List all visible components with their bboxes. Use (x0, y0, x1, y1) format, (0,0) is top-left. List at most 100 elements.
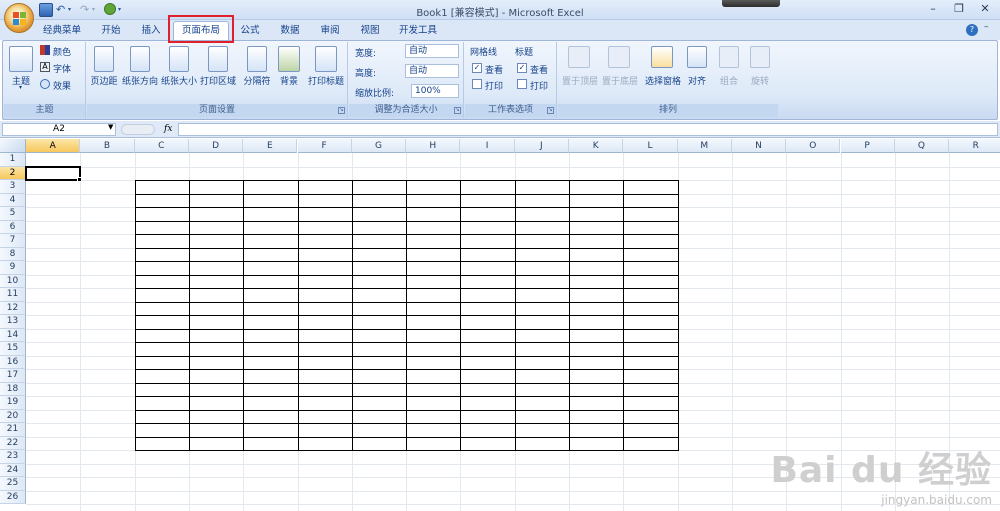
colors-button[interactable]: 颜色 (53, 45, 71, 58)
column-header-c[interactable]: C (134, 139, 189, 153)
row-header-1[interactable]: 1 (0, 153, 26, 167)
row-header-13[interactable]: 13 (0, 315, 26, 329)
column-header-l[interactable]: L (623, 139, 678, 153)
column-header-r[interactable]: R (949, 139, 1000, 153)
effects-button[interactable]: 效果 (53, 79, 71, 92)
row-header-18[interactable]: 18 (0, 382, 26, 396)
row-header-19[interactable]: 19 (0, 396, 26, 410)
row-header-3[interactable]: 3 (0, 180, 26, 194)
colors-icon[interactable] (40, 45, 50, 55)
column-header-e[interactable]: E (243, 139, 298, 153)
column-header-m[interactable]: M (677, 139, 732, 153)
column-header-f[interactable]: F (297, 139, 352, 153)
align-icon[interactable] (687, 46, 707, 68)
group-icon[interactable] (719, 46, 739, 68)
row-header-6[interactable]: 6 (0, 220, 26, 234)
headings-print-checkbox[interactable] (517, 79, 527, 89)
row-header-26[interactable]: 26 (0, 490, 26, 504)
row-header-2[interactable]: 2 (0, 166, 26, 180)
row-header-7[interactable]: 7 (0, 234, 26, 248)
column-header-i[interactable]: I (460, 139, 515, 153)
row-header-9[interactable]: 9 (0, 261, 26, 275)
print-area-icon[interactable] (208, 46, 228, 72)
name-box[interactable]: A2 (2, 123, 116, 136)
rotate-icon[interactable] (750, 46, 770, 68)
row-header-24[interactable]: 24 (0, 463, 26, 477)
align-button[interactable]: 对齐 (685, 74, 709, 87)
row-header-14[interactable]: 14 (0, 328, 26, 342)
tab-classic-menu[interactable]: 经典菜单 (38, 22, 86, 40)
minimize-button[interactable]: – (920, 0, 946, 18)
print-titles-icon[interactable] (315, 46, 337, 72)
tab-view[interactable]: 视图 (354, 22, 386, 40)
column-header-n[interactable]: N (731, 139, 787, 153)
column-header-k[interactable]: K (569, 139, 624, 153)
ribbon-minimize-icon[interactable]: – (984, 22, 989, 32)
headings-view-checkbox[interactable]: ✓ (517, 63, 527, 73)
close-button[interactable]: ✕ (972, 0, 998, 18)
size-button[interactable]: 纸张大小 (161, 74, 197, 87)
page-setup-launcher-icon[interactable]: ↘ (338, 107, 345, 114)
bring-front-icon[interactable] (568, 46, 590, 68)
row-header-10[interactable]: 10 (0, 274, 26, 288)
row-header-20[interactable]: 20 (0, 409, 26, 423)
fill-handle[interactable] (77, 177, 83, 182)
column-header-p[interactable]: P (840, 139, 895, 153)
margins-icon[interactable] (94, 46, 114, 72)
tab-home[interactable]: 开始 (92, 22, 130, 40)
column-header-b[interactable]: B (80, 139, 135, 153)
formula-input[interactable] (178, 123, 998, 136)
insert-function-icon[interactable]: fx (164, 124, 172, 134)
gridlines-view-checkbox[interactable]: ✓ (472, 63, 482, 73)
background-icon[interactable] (278, 46, 300, 72)
size-icon[interactable] (169, 46, 189, 72)
office-button[interactable] (4, 3, 34, 33)
height-select[interactable]: 自动 (405, 64, 459, 78)
tab-formulas[interactable]: 公式 (234, 22, 266, 40)
scale-input[interactable]: 100% (411, 84, 459, 98)
effects-icon[interactable] (40, 79, 50, 89)
column-header-d[interactable]: D (188, 139, 244, 153)
orientation-button[interactable]: 纸张方向 (122, 74, 158, 87)
orientation-icon[interactable] (130, 46, 150, 72)
send-back-icon[interactable] (608, 46, 630, 68)
breaks-button[interactable]: 分隔符 (240, 74, 274, 87)
row-header-4[interactable]: 4 (0, 193, 26, 207)
help-icon[interactable]: ? (966, 24, 978, 36)
themes-dropdown-icon[interactable]: ▾ (19, 84, 22, 91)
formula-bar-handle[interactable] (121, 124, 155, 135)
select-all-button[interactable] (0, 139, 26, 153)
column-header-q[interactable]: Q (894, 139, 950, 153)
send-back-button[interactable]: 置于底层 (600, 74, 640, 87)
row-header-5[interactable]: 5 (0, 207, 26, 221)
row-header-17[interactable]: 17 (0, 369, 26, 383)
restore-button[interactable]: ❐ (946, 0, 972, 18)
row-header-8[interactable]: 8 (0, 247, 26, 261)
row-header-12[interactable]: 12 (0, 301, 26, 315)
tab-review[interactable]: 审阅 (314, 22, 346, 40)
bring-front-button[interactable]: 置于顶层 (560, 74, 600, 87)
background-button[interactable]: 背景 (277, 74, 301, 87)
themes-icon[interactable] (9, 46, 33, 72)
tab-insert[interactable]: 插入 (132, 22, 170, 40)
print-titles-button[interactable]: 打印标题 (306, 74, 346, 87)
selection-pane-icon[interactable] (651, 46, 673, 68)
sheet-options-launcher-icon[interactable]: ↘ (547, 107, 554, 114)
scale-launcher-icon[interactable]: ↘ (454, 107, 461, 114)
group-button[interactable]: 组合 (717, 74, 741, 87)
row-header-25[interactable]: 25 (0, 477, 26, 491)
print-area-button[interactable]: 打印区域 (200, 74, 236, 87)
selected-cell[interactable] (25, 165, 82, 181)
column-header-j[interactable]: J (514, 139, 569, 153)
width-select[interactable]: 自动 (405, 44, 459, 58)
column-header-g[interactable]: G (351, 139, 407, 153)
fonts-button[interactable]: 字体 (53, 62, 71, 75)
fonts-icon[interactable]: A (40, 62, 50, 72)
margins-button[interactable]: 页边距 (88, 74, 120, 87)
row-header-23[interactable]: 23 (0, 450, 26, 464)
breaks-icon[interactable] (247, 46, 267, 72)
row-header-16[interactable]: 16 (0, 355, 26, 369)
row-header-22[interactable]: 22 (0, 436, 26, 450)
column-header-o[interactable]: O (786, 139, 841, 153)
gridlines-print-checkbox[interactable] (472, 79, 482, 89)
